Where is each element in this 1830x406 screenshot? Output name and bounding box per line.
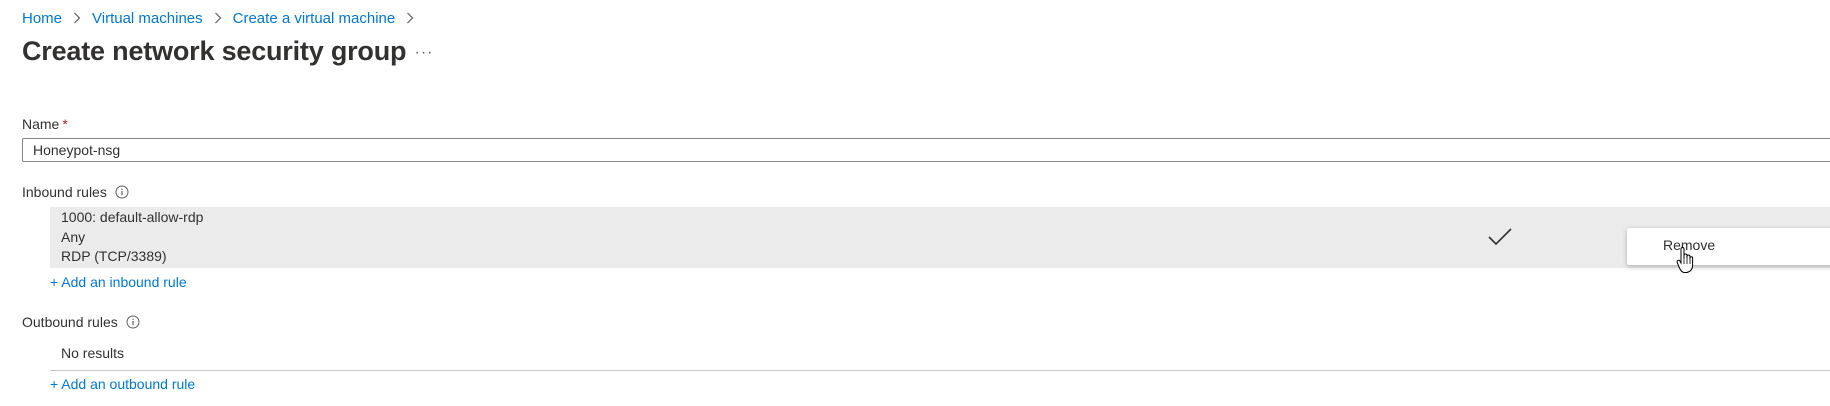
- page-title: Create network security group: [22, 36, 407, 66]
- inbound-rules-label: Inbound rules: [22, 184, 107, 200]
- chevron-right-icon: [68, 8, 86, 28]
- hand-cursor-icon: [1676, 247, 1694, 273]
- outbound-rules-header: Outbound rules: [22, 314, 140, 330]
- breadcrumb-home[interactable]: Home: [22, 10, 62, 27]
- name-input[interactable]: [22, 138, 1830, 162]
- checkmark-icon: [1488, 228, 1512, 246]
- rule-name: 1000: default-allow-rdp: [61, 209, 204, 225]
- breadcrumb-virtual-machines[interactable]: Virtual machines: [92, 10, 203, 27]
- breadcrumb-create-vm[interactable]: Create a virtual machine: [233, 10, 396, 27]
- inbound-rules-header: Inbound rules: [22, 184, 129, 200]
- chevron-right-icon: [209, 8, 227, 28]
- info-icon[interactable]: [115, 185, 129, 199]
- chevron-right-icon: [401, 8, 419, 28]
- name-label: Name *: [22, 116, 68, 132]
- outbound-rules-label: Outbound rules: [22, 314, 118, 330]
- info-icon[interactable]: [126, 315, 140, 329]
- breadcrumb: Home Virtual machines Create a virtual m…: [22, 8, 425, 28]
- rule-service: RDP (TCP/3389): [61, 248, 167, 264]
- inbound-rule-row[interactable]: [50, 207, 1830, 268]
- more-options-button[interactable]: ···: [414, 44, 434, 61]
- name-label-text: Name: [22, 116, 60, 132]
- rule-source: Any: [61, 229, 86, 245]
- add-outbound-rule-link[interactable]: + Add an outbound rule: [50, 376, 195, 392]
- divider: [50, 370, 1830, 371]
- add-inbound-rule-link[interactable]: + Add an inbound rule: [50, 274, 187, 290]
- rule-context-menu: Remove: [1627, 228, 1830, 265]
- required-mark: *: [62, 116, 68, 132]
- outbound-empty-text: No results: [61, 345, 125, 361]
